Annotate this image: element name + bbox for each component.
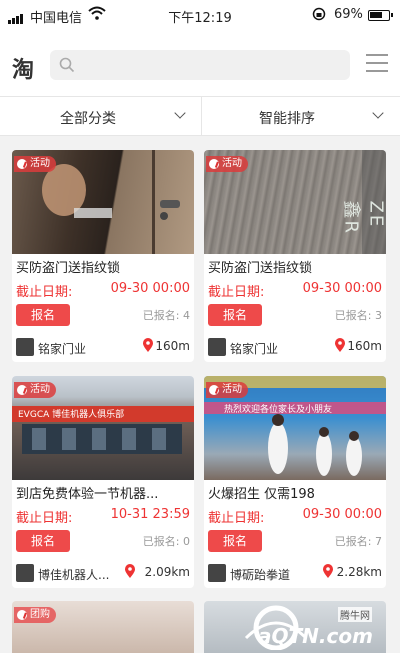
- deadline-value: 09-30 00:00: [302, 507, 382, 522]
- banner-text: 热烈欢迎各位家长及小朋友: [224, 405, 333, 415]
- chevron-down-icon: [174, 107, 186, 119]
- signed-count: 已报名: 3: [334, 309, 382, 322]
- activity-card[interactable]: 活动 买防盗门送指纹锁 截止日期: 09-30 00:00 报名 已报名: 4 …: [12, 150, 194, 362]
- battery-icon: [368, 10, 393, 21]
- signed-count: 已报名: 0: [142, 535, 190, 548]
- signup-button[interactable]: 报名: [208, 530, 262, 552]
- category-filter[interactable]: 全部分类: [0, 97, 200, 135]
- distance: 2.28km: [336, 565, 382, 579]
- rotation-lock-icon: [312, 7, 326, 21]
- deadline-value: 09-30 00:00: [110, 281, 190, 296]
- activity-tag: 活动: [14, 382, 56, 398]
- shop-logo: [16, 564, 34, 582]
- watermark-sub: 腾牛网: [338, 607, 372, 622]
- sort-filter[interactable]: 智能排序: [201, 97, 400, 135]
- location-pin-icon: [323, 564, 333, 578]
- deadline-label: 截止日期:: [208, 285, 265, 300]
- filter-bar: 全部分类 智能排序: [0, 96, 400, 136]
- group-buy-tag: 团购: [14, 607, 56, 623]
- deadline-value: 10-31 23:59: [110, 507, 190, 522]
- activity-card[interactable]: EVGCA 博佳机器人俱乐部 活动 到店免费体验一节机器... 截止日期: 10…: [12, 376, 194, 588]
- location-pin-icon: [125, 564, 135, 578]
- shop-logo: [208, 564, 226, 582]
- card-title: 买防盗门送指纹锁: [208, 261, 313, 276]
- status-bar: 中国电信 下午12:19 69%: [0, 0, 400, 30]
- menu-icon[interactable]: [366, 54, 388, 74]
- card-image: ZE鑫R 活动: [204, 150, 386, 254]
- activity-card[interactable]: ZE鑫R 活动 买防盗门送指纹锁 截止日期: 09-30 00:00 报名 已报…: [204, 150, 386, 362]
- deadline-label: 截止日期:: [16, 511, 73, 526]
- activity-tag: 活动: [206, 382, 248, 398]
- card-title: 到店免费体验一节机器...: [16, 487, 159, 502]
- search-input[interactable]: [50, 50, 350, 80]
- shop-logo: [16, 338, 34, 356]
- chevron-down-icon: [372, 107, 384, 119]
- door-brand-text: ZE鑫R: [340, 200, 387, 236]
- shop-name: 铭家门业: [38, 342, 87, 356]
- signup-button[interactable]: 报名: [16, 304, 70, 326]
- banner-text: EVGCA 博佳机器人俱乐部: [18, 410, 125, 420]
- deadline-label: 截止日期:: [16, 285, 73, 300]
- deadline-label: 截止日期:: [208, 511, 265, 526]
- deadline-value: 09-30 00:00: [302, 281, 382, 296]
- activity-tag: 活动: [206, 156, 248, 172]
- card-image: 热烈欢迎各位家长及小朋友 活动: [204, 376, 386, 480]
- distance: 160m: [347, 339, 382, 353]
- activity-tag: 活动: [14, 156, 56, 172]
- card-title: 火爆招生 仅需198: [208, 487, 315, 502]
- shop-name: 铭家门业: [230, 342, 279, 356]
- top-header: 淘: [0, 30, 400, 96]
- signup-button[interactable]: 报名: [208, 304, 262, 326]
- signed-count: 已报名: 4: [142, 309, 190, 322]
- watermark-text: aQTN.com: [258, 624, 373, 648]
- location-pin-icon: [143, 338, 153, 352]
- signup-button[interactable]: 报名: [16, 530, 70, 552]
- distance: 2.09km: [144, 565, 190, 579]
- sort-filter-label: 智能排序: [259, 111, 315, 127]
- battery-percent: 69%: [334, 7, 363, 22]
- group-buy-card[interactable]: 团购: [12, 601, 194, 653]
- card-image: 活动: [12, 150, 194, 254]
- search-icon: [59, 57, 75, 73]
- activity-card[interactable]: 热烈欢迎各位家长及小朋友 活动 火爆招生 仅需198 截止日期: 09-30 0…: [204, 376, 386, 588]
- card-title: 买防盗门送指纹锁: [16, 261, 121, 276]
- shop-name: 博砺跆拳道: [230, 568, 291, 582]
- location-pin-icon: [335, 338, 345, 352]
- signed-count: 已报名: 7: [334, 535, 382, 548]
- card-image: EVGCA 博佳机器人俱乐部 活动: [12, 376, 194, 480]
- shop-logo: [208, 338, 226, 356]
- shop-name: 博佳机器人...: [38, 568, 110, 582]
- app-logo: 淘: [12, 58, 35, 83]
- distance: 160m: [155, 339, 190, 353]
- category-filter-label: 全部分类: [60, 111, 116, 127]
